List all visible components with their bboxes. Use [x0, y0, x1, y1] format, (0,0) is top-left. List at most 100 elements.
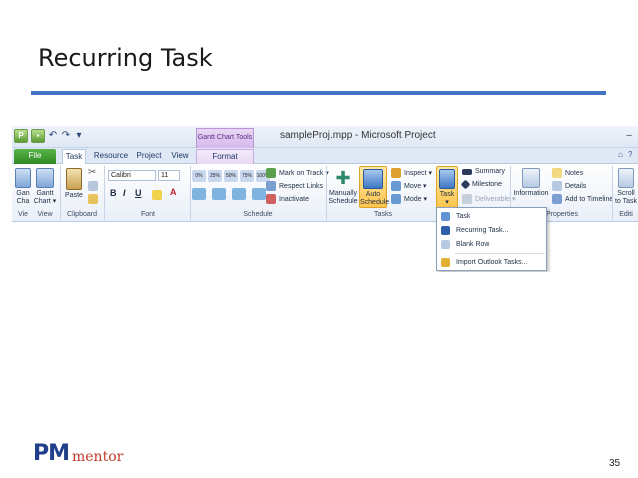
tab-project[interactable]: Project	[134, 149, 164, 164]
window-title-bar: P ▪ ↶ ↷ ▾ Gantt Chart Tools sampleProj.m…	[12, 126, 638, 148]
inspect-icon	[391, 168, 401, 178]
quick-access-toolbar: P ▪ ↶ ↷ ▾	[14, 129, 84, 143]
slide-title: Recurring Task	[38, 44, 213, 72]
outdent-icon[interactable]	[192, 188, 206, 200]
highlight-color-icon[interactable]	[152, 190, 162, 200]
percent-75-button[interactable]: 75%	[240, 170, 254, 182]
summary-button[interactable]: Summary	[462, 168, 505, 175]
milestone-icon	[460, 179, 471, 190]
auto-schedule-button[interactable]: Auto Schedule	[359, 166, 389, 208]
details-icon	[552, 181, 562, 191]
gantt-chart-icon	[36, 168, 54, 188]
mark-on-track-icon	[266, 168, 276, 178]
gantt-chart-button-2[interactable]: Gantt Chart ▾	[32, 168, 58, 206]
percent-25-button[interactable]: 25%	[208, 170, 222, 182]
undo-icon[interactable]: ↶	[48, 129, 58, 143]
unlink-tasks-icon[interactable]	[252, 188, 266, 200]
minimize-button[interactable]: –	[622, 129, 636, 143]
scroll-to-task-button[interactable]: Scroll to Task	[614, 168, 638, 206]
cut-icon[interactable]: ✂	[88, 167, 96, 178]
customize-qat-icon[interactable]: ▾	[74, 129, 84, 143]
format-painter-icon[interactable]	[88, 194, 98, 204]
deliverable-button[interactable]: Deliverable ▾	[462, 194, 515, 204]
group-label-tasks: Tasks	[374, 211, 392, 218]
move-icon	[391, 181, 401, 191]
insert-task-dropdown-menu: Task Recurring Task... Blank Row Import …	[436, 207, 547, 271]
tab-task[interactable]: Task	[62, 149, 86, 164]
tab-view[interactable]: View	[168, 149, 192, 164]
scroll-to-task-icon	[618, 168, 634, 188]
ms-project-screenshot: P ▪ ↶ ↷ ▾ Gantt Chart Tools sampleProj.m…	[12, 126, 638, 272]
insert-task-button[interactable]: Task ▾	[436, 166, 458, 208]
help-icon[interactable]: ?	[628, 150, 632, 159]
percent-50-button[interactable]: 50%	[224, 170, 238, 182]
task-icon	[439, 169, 455, 189]
menu-item-import-outlook-tasks[interactable]: Import Outlook Tasks...	[437, 256, 546, 269]
group-separator	[104, 166, 105, 220]
font-name-select[interactable]: Calibri	[108, 170, 156, 181]
notes-button[interactable]: Notes	[552, 168, 583, 178]
gantt-chart-icon	[15, 168, 31, 188]
redo-icon[interactable]: ↷	[61, 129, 71, 143]
group-label-font: Font	[140, 211, 155, 218]
menu-separator	[455, 253, 545, 254]
mode-button[interactable]: Mode ▾	[391, 194, 427, 204]
project-icon[interactable]: P	[14, 129, 28, 143]
bold-button[interactable]: B	[110, 188, 117, 198]
link-tasks-icon[interactable]	[232, 188, 246, 200]
italic-button[interactable]: I	[123, 188, 126, 198]
menu-item-recurring-task[interactable]: Recurring Task...	[437, 224, 546, 237]
logo-mentor: mentor	[72, 449, 124, 465]
group-label-clipboard: Clipboard	[67, 211, 97, 218]
title-underline	[31, 91, 606, 95]
gantt-chart-button-1[interactable]: Gan Cha	[14, 168, 32, 206]
information-button[interactable]: Information	[512, 168, 550, 198]
paste-button[interactable]: Paste	[62, 168, 86, 200]
tab-resource[interactable]: Resource	[92, 149, 130, 164]
manually-schedule-button[interactable]: ✚ Manually Schedule	[328, 168, 358, 206]
percent-0-button[interactable]: 0%	[192, 170, 206, 182]
auto-schedule-icon	[363, 169, 383, 189]
timeline-icon	[552, 194, 562, 204]
collapse-ribbon-icon[interactable]: ⌂	[618, 150, 623, 159]
window-title: sampleProj.mpp - Microsoft Project	[280, 130, 436, 141]
milestone-button[interactable]: Milestone	[460, 179, 502, 190]
recurring-task-icon	[441, 226, 450, 235]
group-separator	[190, 166, 191, 220]
group-separator	[60, 166, 61, 220]
font-color-icon[interactable]: A	[170, 187, 177, 197]
deliverable-icon	[462, 194, 472, 204]
paste-icon	[66, 168, 82, 190]
tab-file[interactable]: File	[14, 149, 56, 164]
respect-links-button[interactable]: Respect Links	[266, 181, 323, 191]
respect-links-icon	[266, 181, 276, 191]
page-number: 35	[609, 458, 621, 469]
information-icon	[522, 168, 540, 188]
font-size-select[interactable]: 11	[158, 170, 180, 181]
save-icon[interactable]: ▪	[31, 129, 45, 143]
add-to-timeline-button[interactable]: Add to Timeline	[552, 194, 613, 204]
notes-icon	[552, 168, 562, 178]
copy-icon[interactable]	[88, 181, 98, 191]
percent-complete-buttons: 0% 25% 50% 75% 100%	[192, 170, 272, 182]
menu-item-task[interactable]: Task	[437, 210, 546, 223]
inspect-button[interactable]: Inspect ▾	[391, 168, 432, 178]
underline-button[interactable]: U	[135, 188, 142, 198]
import-outlook-icon	[441, 258, 450, 267]
menu-item-blank-row[interactable]: Blank Row	[437, 238, 546, 251]
group-label-schedule: Schedule	[243, 211, 273, 218]
inactivate-button[interactable]: Inactivate	[266, 194, 309, 204]
group-label-editing: Editi	[619, 211, 633, 218]
summary-icon	[462, 168, 472, 175]
tab-format[interactable]: Format	[196, 149, 254, 164]
details-button[interactable]: Details	[552, 181, 586, 191]
indent-icon[interactable]	[212, 188, 226, 200]
inactivate-icon	[266, 194, 276, 204]
move-button[interactable]: Move ▾	[391, 181, 427, 191]
group-separator	[612, 166, 613, 220]
mark-on-track-button[interactable]: Mark on Track ▾	[266, 168, 329, 178]
ribbon-tabs: File Task Resource Project View Format ⌂…	[12, 148, 638, 164]
gantt-chart-tools-context-tab: Gantt Chart Tools	[196, 128, 254, 148]
group-separator	[326, 166, 327, 220]
pushpin-icon: ✚	[335, 168, 351, 188]
